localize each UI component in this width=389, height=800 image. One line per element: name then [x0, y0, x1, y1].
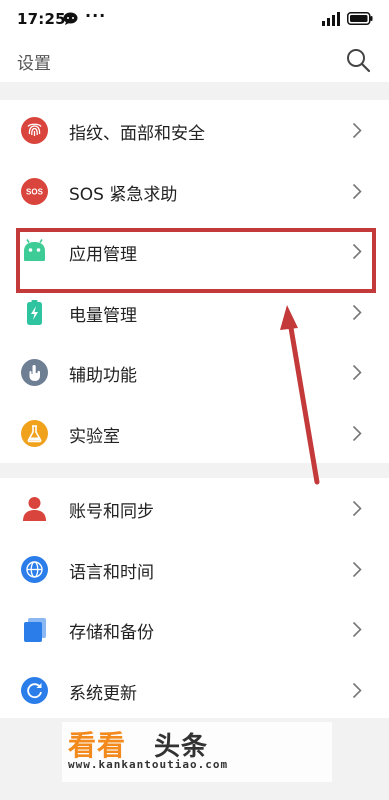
storage-icon — [21, 616, 48, 643]
globe-icon — [21, 555, 48, 583]
chevron-right-icon — [352, 500, 362, 517]
setting-item-account-sync[interactable]: 账号和同步 — [0, 478, 389, 539]
setting-label: 电量管理 — [69, 305, 137, 326]
setting-label: 指纹、面部和安全 — [69, 124, 205, 144]
status-bar: 17:25 ··· — [0, 0, 389, 38]
chevron-right-icon — [352, 561, 362, 577]
setting-label: SOS 紧急求助 — [69, 184, 178, 205]
chevron-right-icon — [352, 183, 362, 199]
chevron-right-icon — [352, 621, 362, 638]
battery-icon — [21, 299, 48, 326]
setting-item-lab[interactable]: 实验室 — [0, 403, 389, 464]
signal-icon — [322, 12, 340, 26]
fingerprint-icon — [21, 117, 48, 144]
setting-item-storage-backup[interactable]: 存储和备份 — [0, 599, 389, 660]
setting-label: 实验室 — [69, 426, 120, 447]
hand-icon — [21, 359, 48, 386]
chevron-right-icon — [352, 304, 362, 320]
status-time: 17:25 — [17, 10, 66, 28]
more-notifications-icon: ··· — [85, 6, 107, 25]
settings-group-system: 账号和同步 语言和时间 存储和备份 系统更新 — [0, 478, 389, 718]
setting-item-language-time[interactable]: 语言和时间 — [0, 539, 389, 600]
setting-item-system-update[interactable]: 系统更新 — [0, 660, 389, 721]
flask-icon — [21, 419, 48, 447]
annotation-arrow-icon — [280, 305, 320, 485]
setting-item-sos[interactable]: SOS SOS 紧急求助 — [0, 161, 389, 222]
chevron-right-icon — [352, 364, 362, 381]
chevron-right-icon — [352, 425, 362, 441]
watermark-logo: 看看 头条 www.kankantoutiao.com — [62, 722, 332, 782]
setting-item-accessibility[interactable]: 辅助功能 — [0, 342, 389, 403]
header: 设置 — [0, 38, 389, 82]
watermark-url: www.kankantoutiao.com — [68, 758, 229, 771]
setting-label: 语言和时间 — [69, 562, 154, 583]
update-icon — [21, 676, 48, 704]
person-icon — [21, 495, 48, 522]
svg-text:SOS: SOS — [26, 187, 44, 196]
setting-label: 系统更新 — [69, 683, 137, 704]
annotation-highlight-box — [16, 228, 376, 293]
search-icon[interactable] — [344, 46, 372, 74]
setting-label: 存储和备份 — [69, 623, 154, 643]
setting-item-security[interactable]: 指纹、面部和安全 — [0, 100, 389, 161]
chevron-right-icon — [352, 682, 362, 698]
bottom-bar — [0, 782, 389, 800]
chevron-right-icon — [352, 122, 362, 139]
setting-label: 账号和同步 — [69, 502, 154, 522]
page-title: 设置 — [17, 54, 51, 74]
sos-icon: SOS — [21, 177, 48, 205]
chat-bubble-icon — [63, 12, 78, 25]
battery-status-icon — [347, 12, 373, 25]
setting-label: 辅助功能 — [69, 366, 137, 386]
